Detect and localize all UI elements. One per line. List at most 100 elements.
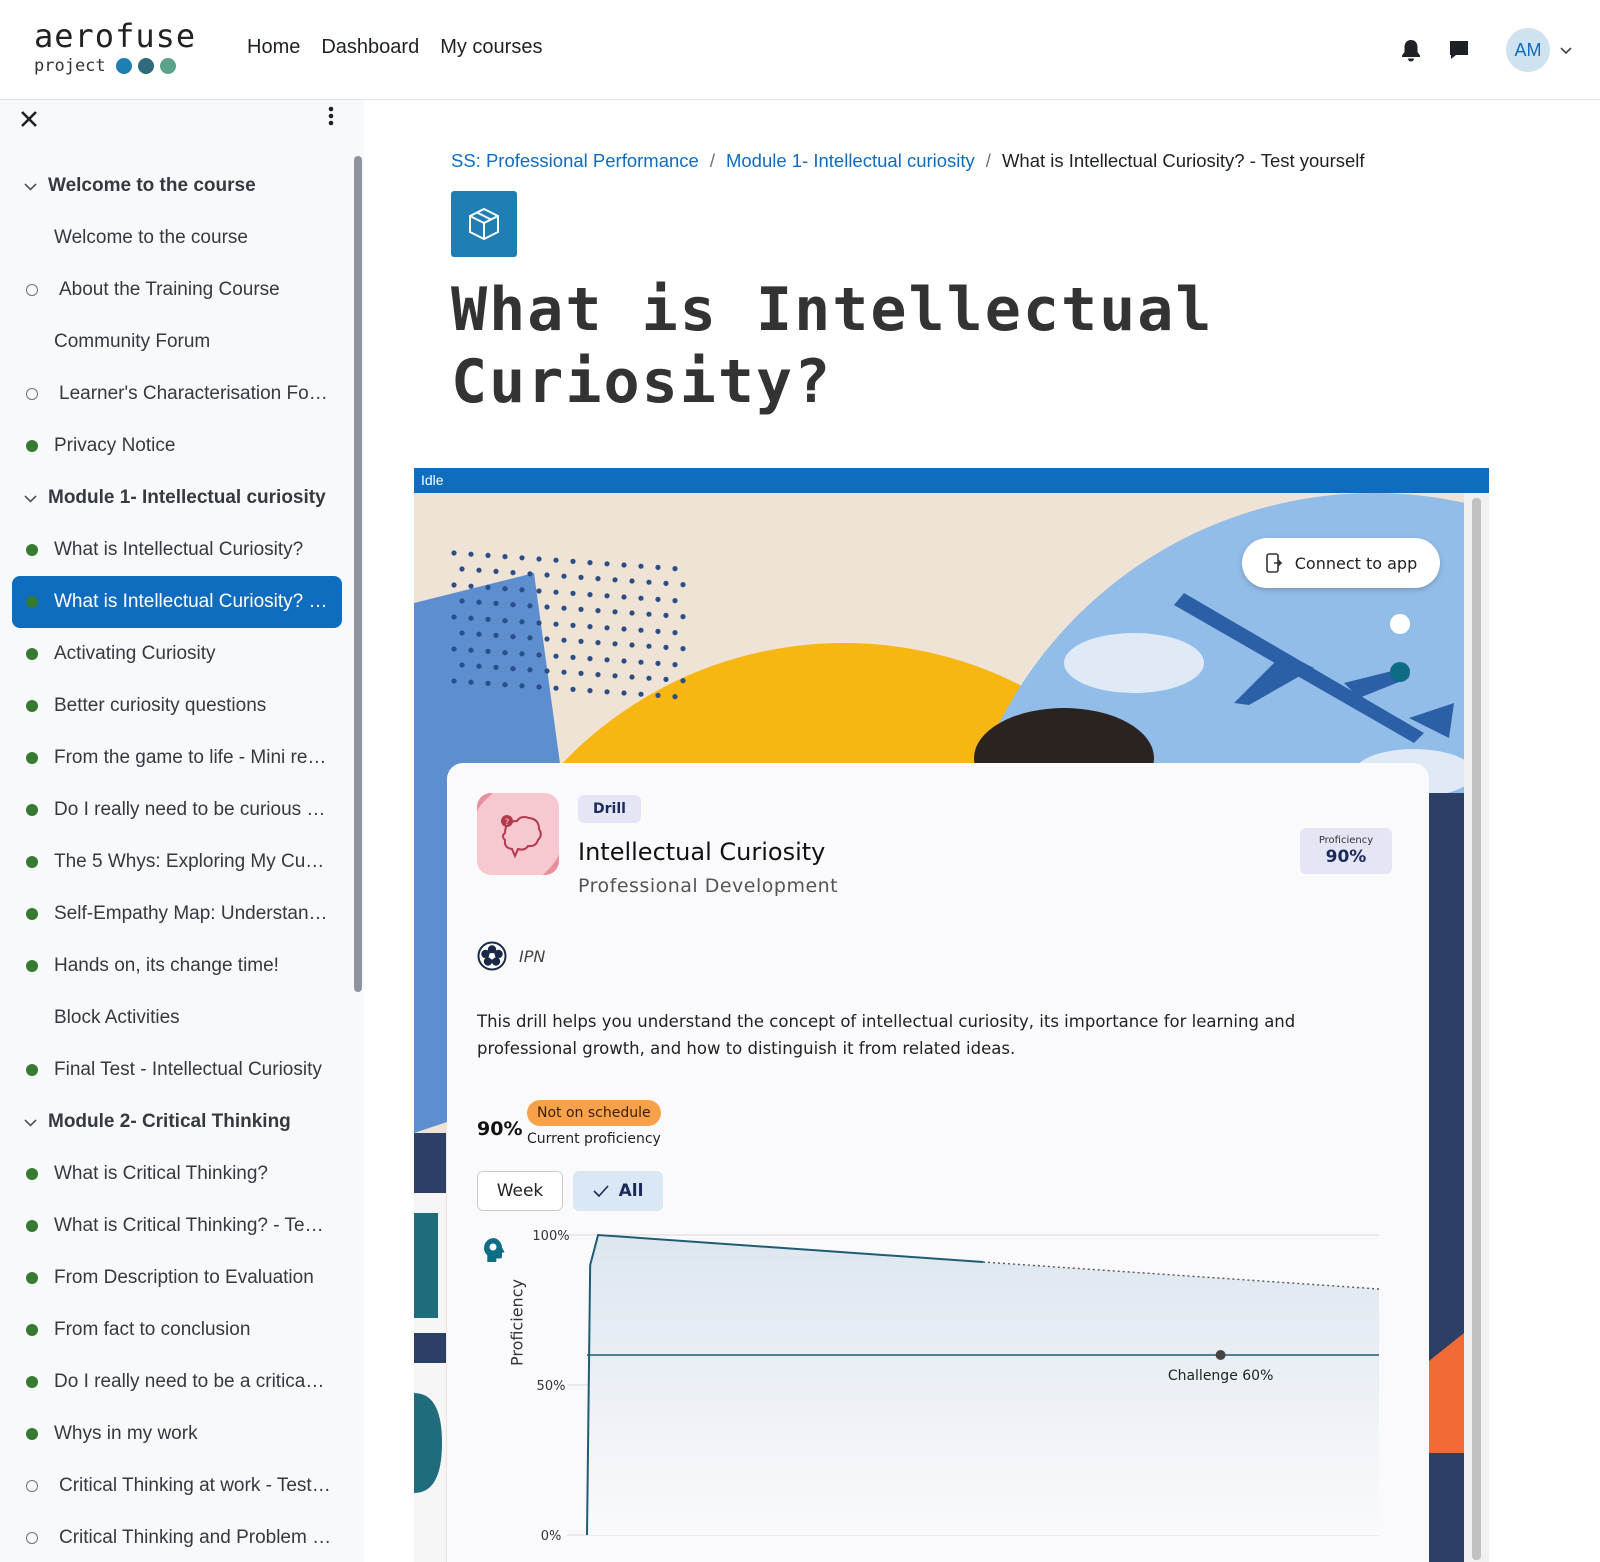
- section-chevron-down-icon[interactable]: [24, 491, 38, 506]
- pattern-dot: [663, 580, 669, 586]
- course-item[interactable]: Self-Empathy Map: Understan…: [12, 888, 342, 940]
- completion-done-icon: [26, 1272, 38, 1284]
- connect-to-app-button[interactable]: Connect to app: [1242, 538, 1440, 588]
- pattern-dot: [672, 630, 678, 636]
- notifications-bell-icon[interactable]: [1398, 37, 1424, 63]
- pattern-dot: [468, 551, 474, 557]
- course-item[interactable]: Critical Thinking and Problem …: [12, 1512, 342, 1562]
- nav-dashboard[interactable]: Dashboard: [321, 36, 419, 59]
- frame-status-bar: Idle: [414, 468, 1489, 493]
- course-section-header[interactable]: Module 2- Critical Thinking: [12, 1096, 342, 1148]
- course-item-label: Activating Curiosity: [54, 643, 216, 664]
- course-item-label: Hands on, its change time!: [54, 955, 279, 976]
- section-chevron-down-icon[interactable]: [24, 179, 38, 194]
- pattern-dot: [561, 669, 567, 675]
- pattern-dot: [510, 634, 516, 640]
- course-item[interactable]: From the game to life - Mini re…: [12, 732, 342, 784]
- course-item[interactable]: About the Training Course: [12, 264, 342, 316]
- course-item[interactable]: Hands on, its change time!: [12, 940, 342, 992]
- completion-done-icon: [26, 856, 38, 868]
- pattern-dot: [485, 680, 491, 686]
- pattern-dot: [595, 672, 601, 678]
- course-item[interactable]: Better curiosity questions: [12, 680, 342, 732]
- course-item[interactable]: What is Intellectual Curiosity?: [12, 524, 342, 576]
- pattern-dot: [519, 555, 525, 561]
- pattern-dot: [493, 600, 499, 606]
- pattern-dot: [680, 678, 686, 684]
- course-item[interactable]: What is Critical Thinking?: [12, 1148, 342, 1200]
- course-item[interactable]: Do I really need to be curious …: [12, 784, 342, 836]
- nav-home[interactable]: Home: [247, 36, 300, 59]
- connect-device-icon: [1265, 553, 1282, 573]
- carousel-dot-2[interactable]: [1390, 662, 1410, 682]
- pattern-dot: [553, 589, 559, 595]
- pattern-dot: [638, 659, 644, 665]
- breadcrumb-course-link[interactable]: SS: Professional Performance: [451, 150, 699, 172]
- course-item[interactable]: Learner's Characterisation Fo…: [12, 368, 342, 420]
- pattern-dot: [638, 627, 644, 633]
- close-drawer-icon[interactable]: [16, 104, 38, 132]
- pattern-dot: [570, 558, 576, 564]
- pattern-dot: [561, 605, 567, 611]
- completion-done-icon: [26, 908, 38, 920]
- course-item[interactable]: Critical Thinking at work - Test…: [12, 1460, 342, 1512]
- proficiency-badge-label: Proficiency: [1318, 835, 1374, 846]
- pattern-dot: [604, 689, 610, 695]
- site-logo[interactable]: aerofuse project: [34, 18, 196, 76]
- user-avatar[interactable]: AM: [1506, 28, 1550, 72]
- drawer-options-kebab-icon[interactable]: [328, 102, 334, 132]
- course-section-header[interactable]: Module 1- Intellectual curiosity: [12, 472, 342, 524]
- frame-scrollbar-thumb[interactable]: [1472, 498, 1481, 1560]
- organization-name: IPN: [519, 946, 546, 966]
- course-item[interactable]: From fact to conclusion: [12, 1304, 342, 1356]
- drill-brain-icon: ?: [477, 793, 559, 875]
- range-all-button[interactable]: All: [573, 1171, 663, 1211]
- course-item[interactable]: From Description to Evaluation: [12, 1252, 342, 1304]
- completion-done-icon: [26, 1428, 38, 1440]
- pattern-dot: [451, 646, 457, 652]
- pattern-dot: [451, 582, 457, 588]
- logo-dots: [115, 58, 176, 74]
- range-week-button[interactable]: Week: [477, 1171, 563, 1211]
- course-section-header[interactable]: Welcome to the course: [12, 160, 342, 212]
- course-item[interactable]: Final Test - Intellectual Curiosity: [12, 1044, 342, 1096]
- course-item[interactable]: Activating Curiosity: [12, 628, 342, 680]
- course-item[interactable]: The 5 Whys: Exploring My Cu…: [12, 836, 342, 888]
- course-item[interactable]: What is Critical Thinking? - Te…: [12, 1200, 342, 1252]
- completion-todo-icon: [26, 284, 38, 296]
- pattern-dot: [578, 574, 584, 580]
- course-item-label: Whys in my work: [54, 1423, 198, 1444]
- course-item[interactable]: Whys in my work: [12, 1408, 342, 1460]
- pattern-dot: [519, 651, 525, 657]
- course-item[interactable]: Privacy Notice: [12, 420, 342, 472]
- pattern-dot: [629, 642, 635, 648]
- carousel-dot-1[interactable]: [1390, 614, 1410, 634]
- nav-my-courses[interactable]: My courses: [440, 36, 542, 59]
- breadcrumb-separator: /: [709, 150, 715, 171]
- course-item-active[interactable]: What is Intellectual Curiosity? …: [12, 576, 342, 628]
- course-item[interactable]: Welcome to the course: [12, 212, 342, 264]
- user-menu-chevron-down-icon[interactable]: [1560, 42, 1572, 58]
- course-item-label: The 5 Whys: Exploring My Cu…: [54, 851, 325, 872]
- pattern-dot: [570, 590, 576, 596]
- course-item[interactable]: Community Forum: [12, 316, 342, 368]
- breadcrumb-section-link[interactable]: Module 1- Intellectual curiosity: [726, 150, 975, 172]
- schedule-status-badge: Not on schedule: [527, 1100, 661, 1126]
- pattern-dot: [510, 602, 516, 608]
- pattern-dot: [672, 662, 678, 668]
- pattern-dot: [553, 685, 559, 691]
- pattern-dot: [612, 577, 618, 583]
- logo-dot-3: [159, 58, 176, 74]
- messages-chat-icon[interactable]: [1446, 37, 1472, 63]
- pattern-dot: [519, 683, 525, 689]
- completion-done-icon: [26, 648, 38, 660]
- pattern-dot: [672, 598, 678, 604]
- drawer-scrollbar[interactable]: [354, 156, 362, 992]
- course-item[interactable]: Do I really need to be a critica…: [12, 1356, 342, 1408]
- pattern-dot: [595, 608, 601, 614]
- section-chevron-down-icon[interactable]: [24, 1115, 38, 1130]
- completion-done-icon: [26, 1064, 38, 1076]
- course-item[interactable]: Block Activities: [12, 992, 342, 1044]
- pattern-dot: [646, 675, 652, 681]
- completion-done-icon: [26, 440, 38, 452]
